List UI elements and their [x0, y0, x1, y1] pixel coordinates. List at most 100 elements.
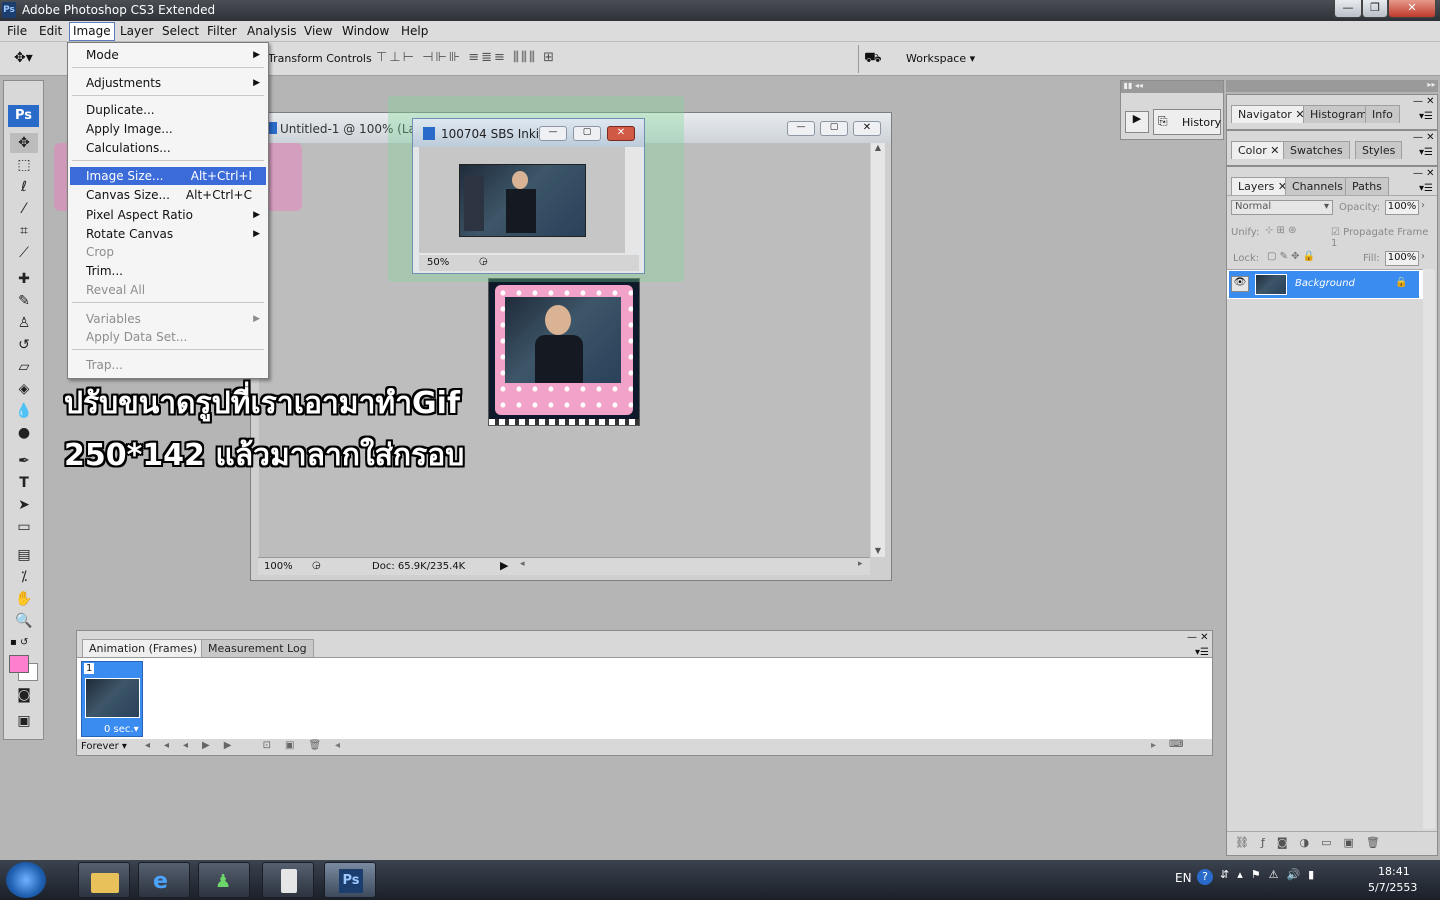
hscroll-left-icon[interactable]: ◂ [520, 559, 525, 569]
messenger-taskbar-icon[interactable]: ♟ [198, 862, 250, 898]
clone-stamp-icon[interactable]: ♙ [10, 313, 38, 333]
workspace-button[interactable]: Workspace ▾ [906, 52, 975, 65]
menu-item-trim[interactable]: Trim... [70, 262, 266, 280]
menu-view[interactable]: View [304, 24, 332, 38]
panel-menu-icon[interactable]: ▾☰ [1419, 183, 1433, 194]
pen-tool-icon[interactable]: ✒ [10, 451, 38, 471]
panel-close-icon[interactable]: — ✕ [1413, 168, 1435, 179]
propagate-checkbox[interactable]: ☑ Propagate Frame 1 [1331, 227, 1437, 249]
menu-analysis[interactable]: Analysis [247, 24, 296, 38]
align-icons[interactable]: ⊤⊥⊢ ⊣⊩⊪ ≡≣≡ ⫼⫼⫼ ⊞ [376, 50, 556, 65]
minimize-button[interactable]: — [1334, 0, 1362, 18]
magic-wand-icon[interactable]: ⁄ [10, 199, 38, 219]
menu-select[interactable]: Select [162, 24, 199, 38]
menu-item-reveal-all[interactable]: Reveal All [70, 281, 266, 299]
frame-delay[interactable]: 0 sec.▾ [104, 724, 139, 735]
layers-footer-icons[interactable]: ⛓ƒ◙◑▭▣🗑 [1227, 831, 1437, 855]
language-indicator[interactable]: EN [1175, 871, 1192, 885]
panel-close-icon[interactable]: — ✕ [1413, 96, 1435, 107]
paint-bucket-icon[interactable]: ◈ [10, 379, 38, 399]
blur-tool-icon[interactable]: 💧 [10, 401, 38, 421]
lock-icons[interactable]: ▢ ✎ ✥ 🔒 [1267, 251, 1315, 262]
tab-styles[interactable]: Styles [1355, 141, 1403, 159]
tab-info[interactable]: Info [1365, 105, 1400, 123]
menu-item-mode[interactable]: Mode ▶ [70, 46, 266, 64]
path-select-icon[interactable]: ➤ [10, 495, 38, 515]
visibility-eye-icon[interactable]: 👁 [1231, 276, 1249, 292]
loop-select[interactable]: Forever ▾ [81, 741, 127, 752]
anim-hscroll-left-icon[interactable]: ◂ [335, 740, 340, 751]
transform-controls-label[interactable]: Transform Controls [268, 52, 372, 65]
lasso-tool-icon[interactable]: ℓ [10, 177, 38, 197]
actions-icon[interactable]: ▶ [1125, 111, 1149, 133]
maximize-button[interactable]: ❐ [1362, 0, 1388, 18]
status-menu-icon[interactable]: ◶ [312, 560, 321, 571]
menu-item-image-size[interactable]: Image Size... Alt+Ctrl+I [70, 167, 266, 185]
crop-tool-icon[interactable]: ⌗ [10, 221, 38, 241]
status-menu-icon[interactable]: ◶ [479, 256, 488, 267]
menu-help[interactable]: Help [401, 24, 428, 38]
tab-measurement-log[interactable]: Measurement Log [201, 639, 314, 657]
menu-item-trap[interactable]: Trap... [70, 356, 266, 374]
sec-close-button[interactable]: ✕ [607, 126, 635, 141]
doc-maximize-button[interactable]: ▢ [820, 121, 848, 136]
tab-navigator[interactable]: Navigator ✕ [1231, 105, 1312, 123]
type-tool-icon[interactable]: T [10, 473, 38, 493]
quick-mask-icon[interactable]: ◙ [10, 685, 38, 705]
menu-item-crop[interactable]: Crop [70, 243, 266, 261]
clock-date[interactable]: 5/7/2553 [1368, 881, 1417, 894]
panel-menu-icon[interactable]: ▾☰ [1419, 147, 1433, 158]
secondary-canvas[interactable] [419, 147, 625, 253]
opacity-arrow-icon[interactable]: › [1421, 200, 1425, 211]
shape-tool-icon[interactable]: ▭ [10, 517, 38, 537]
brush-tool-icon[interactable]: ✎ [10, 291, 38, 311]
menu-filter[interactable]: Filter [207, 24, 237, 38]
menu-image[interactable]: Image [69, 22, 115, 41]
unify-icons[interactable]: ⊹ ⊞ ⊛ [1265, 225, 1297, 236]
menu-item-duplicate[interactable]: Duplicate... [70, 101, 266, 119]
tab-swatches[interactable]: Swatches [1283, 141, 1350, 159]
history-brush-icon[interactable]: ↺ [10, 335, 38, 355]
move-tool-icon[interactable]: ✥ [10, 133, 38, 153]
layers-scrollbar[interactable] [1423, 269, 1435, 829]
eraser-tool-icon[interactable]: ▱ [10, 357, 38, 377]
slice-tool-icon[interactable]: ⟋ [10, 243, 38, 263]
secondary-scrollbar[interactable] [625, 147, 639, 253]
start-button-icon[interactable] [6, 862, 46, 898]
screen-mode-icon[interactable]: ▣ [10, 711, 38, 731]
menu-item-calculations[interactable]: Calculations... [70, 139, 266, 157]
sec-minimize-button[interactable]: — [539, 126, 567, 141]
sec-maximize-button[interactable]: ▢ [573, 126, 601, 141]
foreground-color-swatch[interactable] [9, 655, 29, 673]
panel-close-icon[interactable]: — ✕ [1413, 132, 1435, 143]
panel-close-icon[interactable]: — ✕ [1187, 632, 1209, 643]
marquee-tool-icon[interactable]: ⬚ [10, 155, 38, 175]
tab-animation-frames[interactable]: Animation (Frames) ✕ [82, 639, 217, 657]
doc-minimize-button[interactable]: — [787, 121, 815, 136]
clock-time[interactable]: 18:41 [1378, 865, 1410, 878]
menu-item-apply-image[interactable]: Apply Image... [70, 120, 266, 138]
layer-row-background[interactable]: 👁 Background 🔒 [1229, 271, 1419, 298]
dodge-tool-icon[interactable]: ● [10, 423, 38, 443]
hscroll-right-icon[interactable]: ▸ [858, 559, 863, 569]
explorer-taskbar-icon[interactable] [78, 862, 130, 898]
close-button[interactable]: ✕ [1388, 0, 1436, 18]
menu-item-apply-data-set[interactable]: Apply Data Set... [70, 328, 266, 346]
notes-tool-icon[interactable]: ▤ [10, 545, 38, 565]
tray-icons[interactable]: ⇵▴⚑⚠🔊▮ [1220, 868, 1322, 881]
timeline-convert-icon[interactable]: ⌨ [1169, 739, 1183, 750]
help-icon[interactable]: ? [1197, 869, 1213, 885]
blend-mode-select[interactable]: Normal ▾ [1231, 200, 1333, 215]
animation-frame-1[interactable]: 1 0 sec.▾ [81, 661, 143, 737]
photoshop-taskbar-icon[interactable]: Ps [324, 862, 376, 898]
fill-arrow-icon[interactable]: › [1421, 251, 1425, 262]
tab-paths[interactable]: Paths [1345, 177, 1389, 195]
history-button[interactable]: ⎘ History [1153, 109, 1221, 135]
device-taskbar-icon[interactable] [262, 862, 314, 898]
zoom-level[interactable]: 100% [264, 561, 293, 572]
menu-file[interactable]: File [7, 24, 27, 38]
healing-brush-icon[interactable]: ✚ [10, 269, 38, 289]
menu-item-canvas-size[interactable]: Canvas Size... Alt+Ctrl+C [70, 186, 266, 204]
eyedropper-icon[interactable]: ⁒ [10, 567, 38, 587]
menu-edit[interactable]: Edit [39, 24, 62, 38]
